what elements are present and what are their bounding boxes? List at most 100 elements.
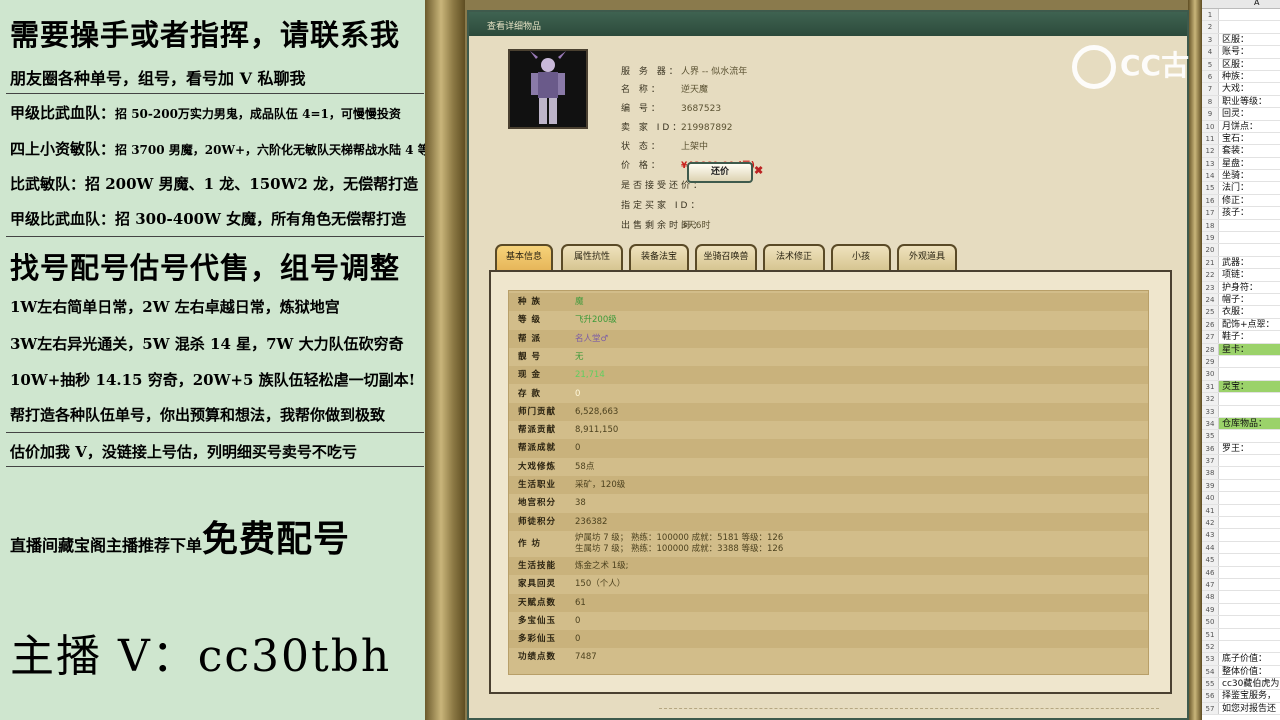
sheet-row[interactable]: 54 整体价值： (1202, 665, 1280, 679)
sheet-row[interactable]: 13 星盘： (1202, 157, 1280, 171)
sheet-row[interactable]: 2 (1202, 21, 1280, 34)
sheet-row[interactable]: 51 (1202, 628, 1280, 641)
sheet-row[interactable]: 15 法门： (1202, 182, 1280, 195)
divider (6, 236, 424, 237)
watermark-logo: CC古 (1072, 44, 1189, 89)
promo-line: 直播间藏宝阁主播推荐下单免费配号 (10, 510, 350, 562)
sheet-row[interactable]: 23 护身符： (1202, 281, 1280, 294)
stat-value: 炉属坊 7 级； 熟练：100000 成就：5181 等级：126 生属坊 7 级… (575, 533, 783, 555)
sheet-row[interactable]: 3 区服： (1202, 33, 1280, 47)
sheet-row[interactable]: 24 帽子： (1202, 293, 1280, 307)
stat-key: 帮派成就 (518, 443, 557, 454)
divider (6, 432, 424, 433)
sheet-row[interactable]: 12 套装： (1202, 145, 1280, 158)
sheet-row[interactable]: 31 灵宝： (1202, 380, 1280, 394)
close-icon[interactable]: ✖ (754, 164, 763, 177)
sheet-row[interactable]: 37 (1202, 455, 1280, 468)
sheet-row[interactable]: 1 (1202, 9, 1280, 22)
row-number: 1 (1202, 9, 1219, 21)
tab-6[interactable]: 外观道具 (897, 244, 957, 270)
sheet-row[interactable]: 53 底子价值： (1202, 653, 1280, 666)
info-row: 出售剩余时间：3天6时 (621, 218, 710, 231)
row-number: 53 (1202, 653, 1219, 665)
stat-row: 多彩仙玉 0 (509, 630, 1148, 649)
counter-offer-button[interactable]: 还价 (687, 162, 753, 183)
info-label: 价 格： (621, 161, 663, 171)
sheet-row[interactable]: 26 配饰+点翠： (1202, 318, 1280, 332)
sheet-row[interactable]: 5 区服： (1202, 58, 1280, 71)
sheet-row[interactable]: 19 (1202, 232, 1280, 245)
sheet-row[interactable]: 18 (1202, 219, 1280, 233)
sheet-row[interactable]: 39 (1202, 479, 1280, 493)
sheet-row[interactable]: 41 (1202, 504, 1280, 518)
sheet-row[interactable]: 8 职业等级： (1202, 95, 1280, 109)
tab-3[interactable]: 坐骑召唤兽 (695, 244, 757, 270)
info-row: 服 务 器：人界 -- 似水流年 (621, 64, 747, 77)
sheet-row[interactable]: 49 (1202, 603, 1280, 617)
sheet-row[interactable]: 30 (1202, 368, 1280, 381)
promo-line: 1W左右简单日常，2W 左右卓越日常，炼狱地宫 (10, 298, 340, 316)
tab-1[interactable]: 属性抗性 (561, 244, 623, 270)
info-label: 服 务 器： (621, 67, 681, 77)
promo-text: 直播间藏宝阁主播推荐下单 (10, 536, 203, 555)
row-number: 49 (1202, 603, 1219, 616)
promo-text: 招 50-200万实力男鬼，成品队伍 4=1，可慢慢投资 (115, 107, 401, 121)
stat-value: 0 (575, 615, 581, 626)
sheet-row[interactable]: 32 (1202, 393, 1280, 406)
sheet-row[interactable]: 44 (1202, 541, 1280, 555)
sheet-row[interactable]: 29 (1202, 355, 1280, 369)
info-value: 3天6时 (681, 221, 711, 231)
sheet-row[interactable]: 14 坐骑： (1202, 170, 1280, 183)
cell-text: 择鉴宝服务， (1222, 691, 1277, 702)
sheet-row[interactable]: 16 修正： (1202, 194, 1280, 208)
sheet-row[interactable]: 45 (1202, 554, 1280, 567)
sheet-row[interactable]: 40 (1202, 492, 1280, 505)
stat-row: 靓 号无 (509, 347, 1148, 367)
stat-row: 家具回灵 150（个人） (509, 575, 1148, 594)
sheet-row[interactable]: 35 (1202, 430, 1280, 443)
stat-row: 天赋点数 61 (509, 593, 1148, 612)
stat-value: 58点 (575, 461, 595, 472)
sheet-row[interactable]: 36 罗王： (1202, 442, 1280, 456)
sheet-row[interactable]: 22 项链： (1202, 269, 1280, 282)
stat-key: 师门贡献 (518, 406, 557, 417)
tab-0[interactable]: 基本信息 (495, 244, 553, 270)
sheet-row[interactable]: 27 鞋子： (1202, 331, 1280, 344)
info-value: 逆天魔 (681, 85, 709, 95)
sheet-row[interactable]: 17 孩子： (1202, 207, 1280, 220)
sheet-row[interactable]: 50 (1202, 616, 1280, 629)
stat-key: 大戏修炼 (518, 461, 557, 472)
sheet-row[interactable]: 38 (1202, 467, 1280, 480)
sheet-row[interactable]: 21 武器： (1202, 256, 1280, 270)
sheet-row[interactable]: 4 账号： (1202, 46, 1280, 59)
sheet-row[interactable]: 7 大戏： (1202, 83, 1280, 96)
sheet-row[interactable]: 57 如您对报告还 (1202, 702, 1280, 716)
row-number: 21 (1202, 256, 1219, 269)
sheet-row[interactable]: 55 cc30藏伯虎为 (1202, 678, 1280, 691)
sheet-row[interactable]: 42 (1202, 517, 1280, 530)
tab-2[interactable]: 装备法宝 (629, 244, 689, 270)
sheet-row[interactable]: 46 (1202, 566, 1280, 579)
stat-value: 0 (575, 634, 581, 645)
sheet-row[interactable]: 52 (1202, 640, 1280, 654)
cell-text: cc30藏伯虎为 (1222, 679, 1280, 690)
sheet-row[interactable]: 25 衣服： (1202, 306, 1280, 319)
cell-text: 坐骑： (1222, 171, 1250, 182)
sheet-row[interactable]: 43 (1202, 529, 1280, 542)
sheet-row[interactable]: 20 (1202, 244, 1280, 257)
sheet-row[interactable]: 47 (1202, 578, 1280, 592)
sheet-row[interactable]: 11 宝石： (1202, 132, 1280, 146)
tab-4[interactable]: 法术修正 (763, 244, 825, 270)
tab-5[interactable]: 小孩 (831, 244, 891, 270)
sheet-row[interactable]: 28 星卡： (1202, 343, 1280, 356)
sheet-row[interactable]: 10 月饼点： (1202, 120, 1280, 133)
row-number: 54 (1202, 665, 1219, 678)
sheet-row[interactable]: 9 回灵： (1202, 108, 1280, 121)
sheet-row[interactable]: 48 (1202, 591, 1280, 604)
sheet-row[interactable]: 6 种族： (1202, 70, 1280, 84)
sheet-row[interactable]: 56 择鉴宝服务， (1202, 690, 1280, 703)
sheet-row[interactable]: 34 仓库物品： (1202, 417, 1280, 431)
stat-row: 帮 派 名人堂♂ (509, 329, 1148, 348)
sheet-row[interactable]: 33 (1202, 405, 1280, 418)
row-number: 34 (1202, 417, 1219, 430)
